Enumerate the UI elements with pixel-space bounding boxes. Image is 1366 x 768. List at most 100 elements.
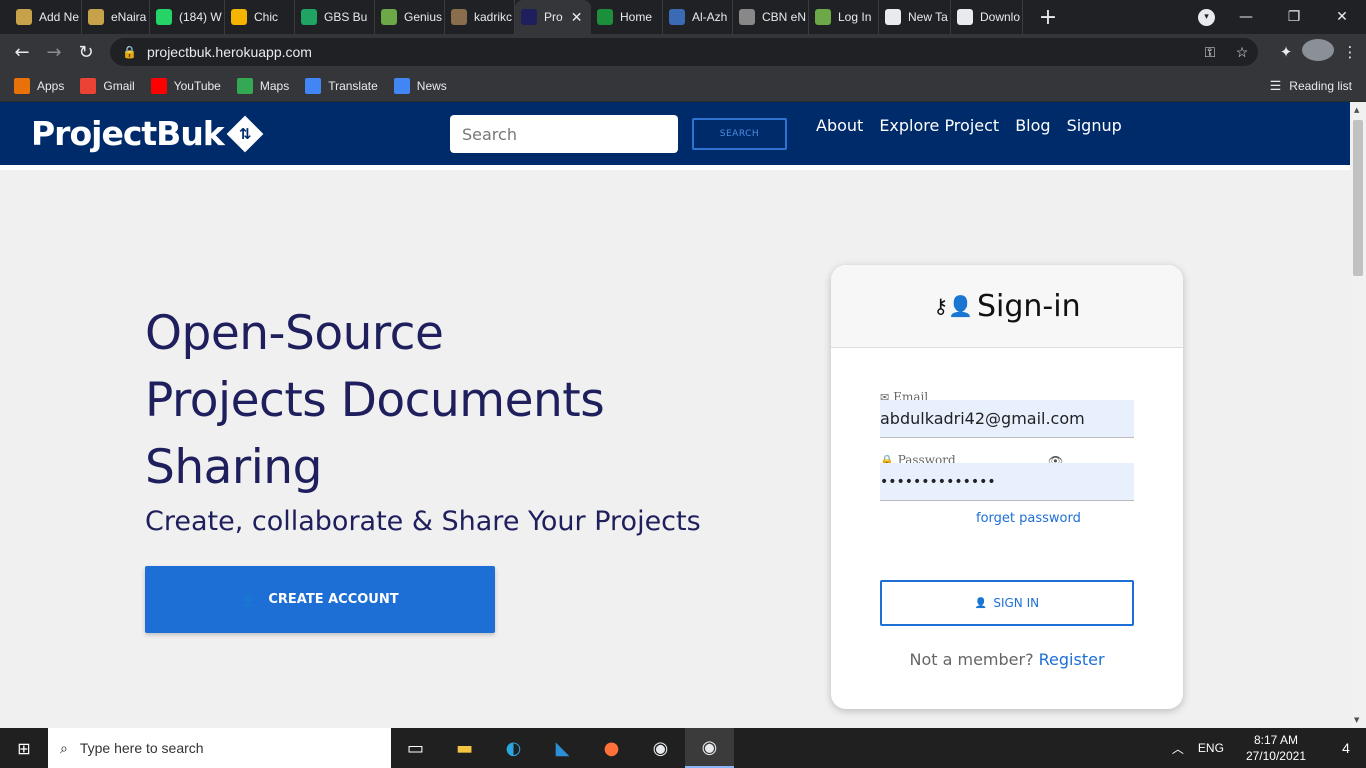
scroll-down-arrow-icon[interactable]: ▼ (1354, 716, 1359, 724)
key-icon[interactable]: ⚿ (1194, 44, 1226, 61)
bookmark-item[interactable]: Apps (14, 77, 64, 94)
maximize-icon[interactable]: ❐ (1270, 9, 1318, 25)
vscode-icon[interactable]: ◣ (538, 728, 587, 768)
bookmark-item[interactable]: Translate (305, 77, 378, 94)
create-account-button[interactable]: 👤 CREATE ACCOUNT (145, 566, 495, 633)
new-tab-button[interactable]: + (1035, 5, 1061, 30)
browser-tab[interactable]: Log In (809, 0, 879, 34)
forward-arrow-icon[interactable]: → (38, 42, 70, 63)
site-logo[interactable]: ProjectBuk ⇅ (31, 114, 264, 153)
browser-tab[interactable]: Al-Azh (663, 0, 733, 34)
password-field[interactable] (880, 463, 1134, 501)
browser-tab[interactable]: New Ta (879, 0, 951, 34)
browser-tab[interactable]: CBN eN (733, 0, 809, 34)
url-text: projectbuk.herokuapp.com (146, 44, 312, 60)
extensions-icon[interactable]: ✦ (1270, 43, 1302, 61)
tab-title: Home (620, 10, 653, 24)
hero-title-line: Projects Documents (145, 373, 605, 428)
profile-avatar[interactable] (1302, 39, 1334, 65)
nav-link-blog[interactable]: Blog (1015, 116, 1050, 135)
scroll-up-arrow-icon[interactable]: ▲ (1354, 106, 1359, 114)
edge-icon[interactable]: ◐ (489, 728, 538, 768)
site-navbar: ProjectBuk ⇅ SEARCH About Explore Projec… (0, 102, 1350, 165)
task-view-icon[interactable]: ▭ (391, 728, 440, 768)
site-nav-links: About Explore Project Blog Signup (816, 116, 1138, 135)
tab-title: kadrikc (474, 10, 513, 24)
web-page: ProjectBuk ⇅ SEARCH About Explore Projec… (0, 102, 1350, 728)
bookmark-item[interactable]: YouTube (150, 77, 221, 94)
window-controls: — ❐ ✕ (1222, 0, 1366, 34)
chrome-icon (885, 9, 901, 25)
hero-title-line: Open-Source (145, 306, 444, 361)
taskbar-search-box[interactable]: ⌕ Type here to search (48, 728, 391, 768)
notification-count: 4 (1342, 740, 1350, 756)
firefox-icon[interactable]: ● (587, 728, 636, 768)
logo-text: ProjectBuk (31, 114, 225, 153)
nav-link-signup[interactable]: Signup (1067, 116, 1122, 135)
browser-tab[interactable]: Add Ne (10, 0, 82, 34)
clock-time: 8:17 AM (1253, 733, 1298, 747)
user-icon (88, 9, 104, 25)
browser-tab[interactable]: Chic (225, 0, 295, 34)
nav-link-about[interactable]: About (816, 116, 863, 135)
page-icon (739, 9, 755, 25)
menu-kebab-icon[interactable]: ⋮ (1334, 43, 1366, 61)
back-arrow-icon[interactable]: ← (6, 42, 38, 63)
browser-tab[interactable]: GBS Bu (295, 0, 375, 34)
youtube-icon (150, 77, 167, 94)
register-prompt: Not a member? Register (831, 650, 1183, 669)
lock-icon[interactable]: 🔒 (122, 45, 137, 59)
chevron-up-icon[interactable]: ︿ (1172, 740, 1184, 757)
sign-in-label: SIGN IN (993, 596, 1040, 610)
page-scrollbar[interactable]: ▲ ▼ (1350, 102, 1366, 728)
address-bar[interactable]: 🔒 projectbuk.herokuapp.com ⚿ ☆ (110, 38, 1258, 66)
tab-title: GBS Bu (324, 10, 368, 24)
chrome-profile-icon[interactable]: ◉ (685, 728, 734, 768)
language-indicator[interactable]: ENG (1198, 741, 1224, 755)
browser-tab[interactable]: Pro ✕ (515, 0, 591, 34)
user-key-icon: ⚷👤 (933, 294, 973, 318)
chrome-icon[interactable]: ◉ (636, 728, 685, 768)
tab-title: (184) W (179, 10, 222, 24)
scrollbar-thumb[interactable] (1353, 120, 1363, 276)
bookmark-item[interactable]: Gmail (80, 77, 135, 94)
reading-list-button[interactable]: ☰ Reading list (1270, 78, 1352, 94)
close-tab-icon[interactable]: ✕ (571, 9, 583, 26)
user-check-icon: 👤 (974, 597, 988, 609)
tab-search-icon[interactable]: ▾ (1198, 9, 1215, 26)
bookmarks-bar: Apps Gmail YouTube Maps Translate News ☰ Read… (0, 70, 1366, 102)
bookmark-item[interactable]: News (393, 77, 447, 94)
translate-icon (305, 77, 322, 94)
browser-tab[interactable]: (184) W (150, 0, 225, 34)
browser-tab[interactable]: Home (591, 0, 663, 34)
clock[interactable]: 8:17 AM 27/10/2021 (1246, 732, 1306, 764)
bookmark-label: YouTube (173, 78, 221, 93)
sign-in-button[interactable]: 👤 SIGN IN (880, 580, 1134, 626)
create-account-label: CREATE ACCOUNT (268, 592, 399, 607)
register-link[interactable]: Register (1039, 650, 1105, 669)
minimize-icon[interactable]: — (1222, 9, 1270, 25)
close-window-icon[interactable]: ✕ (1318, 9, 1366, 25)
user-check-icon: 👤 (241, 592, 257, 607)
bookmark-star-icon[interactable]: ☆ (1226, 44, 1258, 61)
nav-link-explore-project[interactable]: Explore Project (879, 116, 999, 135)
browser-tab[interactable]: Genius (375, 0, 445, 34)
hero-title-line: Sharing (145, 440, 322, 495)
email-field[interactable] (880, 400, 1134, 438)
signin-heading: Sign-in (976, 288, 1081, 324)
signin-header: ⚷👤 Sign-in (831, 265, 1183, 348)
file-explorer-icon[interactable]: ▬ (440, 728, 489, 768)
reload-icon[interactable]: ↻ (70, 42, 102, 63)
forgot-password-link[interactable]: forget password (976, 511, 1081, 526)
site-search-input[interactable] (450, 115, 678, 153)
bookmark-item[interactable]: Maps (236, 77, 289, 94)
site-search-button[interactable]: SEARCH (692, 118, 787, 150)
browser-tab[interactable]: Downlo (951, 0, 1023, 34)
notifications-icon[interactable]: 4 (1326, 740, 1366, 756)
user-icon (16, 9, 32, 25)
browser-tab[interactable]: kadrikc (445, 0, 515, 34)
browser-tab[interactable]: eNaira (82, 0, 150, 34)
browser-tab-strip: Add Ne eNaira (184) W Chic GBS Bu Genius kadri… (0, 0, 1366, 34)
windows-start-icon[interactable]: ⊞ (0, 728, 48, 768)
bookmark-label: Gmail (103, 78, 135, 93)
